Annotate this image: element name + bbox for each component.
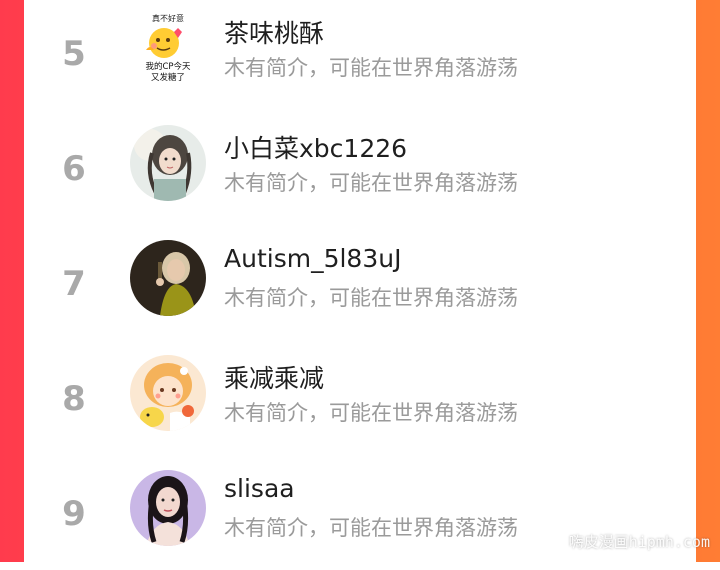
rank-number: 5 xyxy=(62,34,86,74)
user-name[interactable]: 乘减乘减 xyxy=(224,359,324,395)
rank-number: 6 xyxy=(62,149,86,189)
list-item[interactable]: 9 slisaa 木有简介，可能在世界角落游荡 xyxy=(24,470,696,570)
cartoon-girl-avatar-icon[interactable] xyxy=(130,355,206,431)
rank-number: 9 xyxy=(62,494,86,534)
list-item[interactable]: 6 小白菜xbc1226 木有简介，可能在世界角落游荡 xyxy=(24,125,696,225)
user-name[interactable]: slisaa xyxy=(224,474,295,503)
avatar-mid-text: 我的CP今天 xyxy=(145,61,191,72)
user-bio: 木有简介，可能在世界角落游荡 xyxy=(224,286,518,310)
user-bio: 木有简介，可能在世界角落游荡 xyxy=(224,171,518,195)
emoji-avatar-icon[interactable]: 真不好意 我的CP今天 又发糖了 xyxy=(130,10,206,86)
list-item[interactable]: 5 真不好意 我的CP今天 又发糖了 茶味桃酥 木有简介，可能在世界角落游荡 xyxy=(24,10,696,110)
user-bio: 木有简介，可能在世界角落游荡 xyxy=(224,56,518,80)
ranking-list: 5 真不好意 我的CP今天 又发糖了 茶味桃酥 木有简介，可能在世界角落游荡 6 xyxy=(24,0,696,562)
anime-portrait-avatar-icon[interactable] xyxy=(130,125,206,201)
user-name[interactable]: 小白菜xbc1226 xyxy=(224,129,407,165)
list-item[interactable]: 8 乘减乘减 木有简介，可能在世界角落游荡 xyxy=(24,355,696,455)
user-name[interactable]: Autism_5l83uJ xyxy=(224,244,401,273)
photo-avatar-icon[interactable] xyxy=(130,240,206,316)
list-item[interactable]: 7 Autism_5l83uJ 木有简介，可能在世界角落游荡 xyxy=(24,240,696,340)
portrait-avatar-icon[interactable] xyxy=(130,470,206,546)
watermark: 嗨皮漫画hipmh.com xyxy=(568,533,710,551)
rank-number: 7 xyxy=(62,264,86,304)
user-name[interactable]: 茶味桃酥 xyxy=(224,14,324,50)
user-bio: 木有简介，可能在世界角落游荡 xyxy=(224,401,518,425)
avatar-bottom-text: 又发糖了 xyxy=(151,72,185,83)
avatar-top-text: 真不好意 xyxy=(152,13,184,23)
user-bio: 木有简介，可能在世界角落游荡 xyxy=(224,516,518,540)
rank-number: 8 xyxy=(62,379,86,419)
